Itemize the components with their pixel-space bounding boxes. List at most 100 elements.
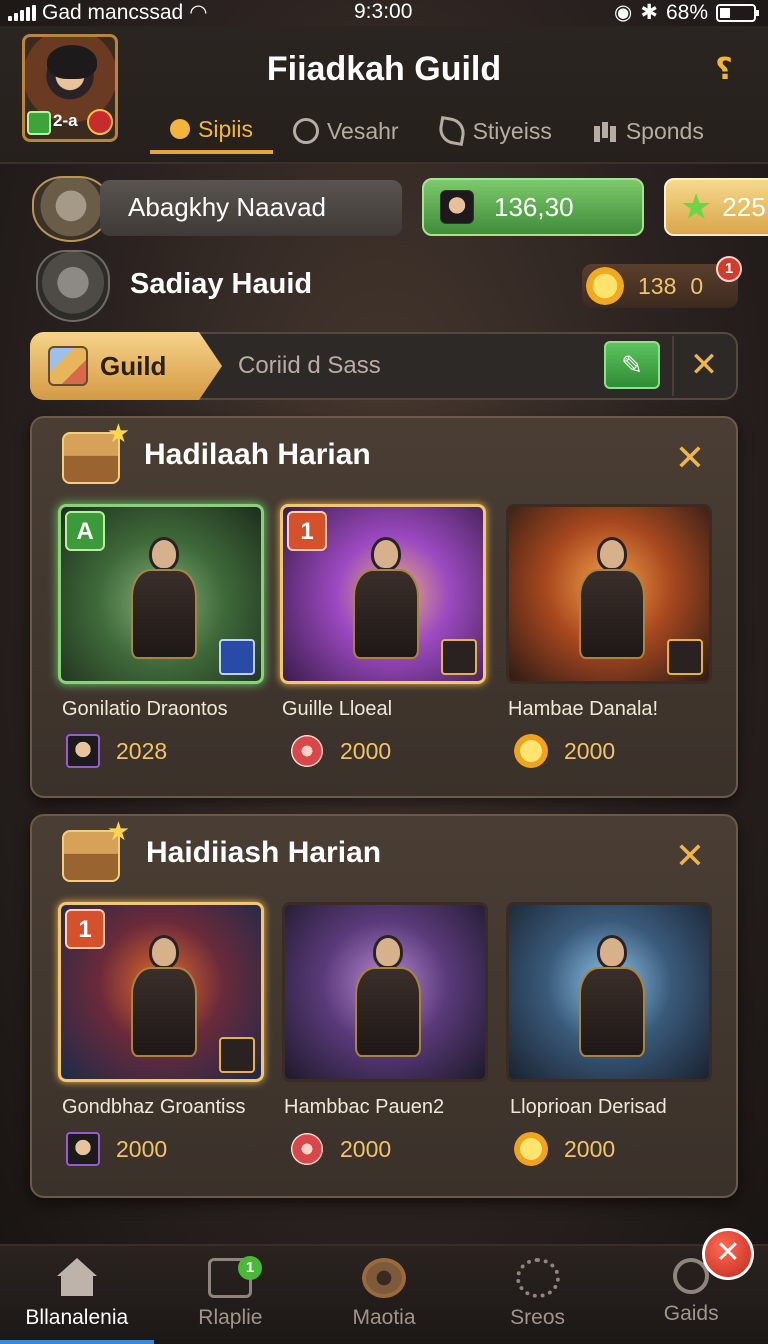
bottom-nav: Bllanalenia Rlaplie Maotia Sreos Gaids: [0, 1244, 768, 1344]
card-name: Hambae Danala!: [508, 698, 659, 720]
notification-badge: 1: [716, 256, 742, 282]
guild-emblem-icon[interactable]: [32, 176, 110, 242]
close-icon: ✕: [674, 835, 706, 876]
reward-amount: 2000: [340, 737, 392, 764]
page-title: Fiiadkah Guild: [266, 50, 502, 88]
player-level: 2-a: [53, 111, 78, 130]
shield-icon: [219, 1037, 255, 1073]
card-reward: 2000: [290, 1132, 391, 1166]
tab-stiyeiss[interactable]: Stiyeiss: [419, 108, 572, 154]
cog-icon: [515, 1258, 560, 1298]
tab-label: Vesahr: [326, 117, 399, 144]
card-rank-badge: 1: [65, 909, 105, 949]
hero-face-icon: [66, 1132, 100, 1166]
card-name: Gonilatio Draontos: [62, 698, 228, 720]
close-panel-button[interactable]: ✕: [670, 836, 710, 876]
reward-card[interactable]: 1: [280, 504, 486, 684]
card-reward: 2000: [66, 1132, 167, 1166]
reward-amount: 2000: [116, 1135, 168, 1162]
reward-panel: Hadilaah Harian ✕ A 1 Gonilatio Draontos…: [30, 416, 738, 798]
card-rank-badge: A: [65, 511, 105, 551]
battery-icon: [716, 3, 759, 22]
tab-label: Sponds: [625, 117, 704, 144]
reward-amount: 2000: [340, 1135, 392, 1162]
chest-icon: [62, 816, 130, 882]
sun-coin-icon: [514, 1132, 548, 1166]
bars-icon: [592, 118, 618, 144]
card-name: Lloprioan Derisad: [510, 1096, 667, 1118]
player-name[interactable]: Abagkhy Naavad: [100, 180, 402, 236]
reward-amount: 2000: [564, 737, 616, 764]
sun-coin-icon: [514, 734, 548, 768]
coin-extra: 0: [690, 272, 704, 299]
level-badge-icon: [27, 111, 51, 135]
nav-label: Gaids: [663, 1302, 719, 1325]
clock-icon: [292, 118, 319, 144]
shield-icon: [219, 639, 255, 675]
clear-search-button[interactable]: ✕: [672, 336, 734, 396]
close-button[interactable]: ✕: [702, 1228, 754, 1280]
card-name: Hambbac Pauen2: [284, 1096, 445, 1118]
reward-amount: 2000: [564, 1135, 616, 1162]
hero-portrait: [341, 533, 431, 673]
tab-sponds[interactable]: Sponds: [572, 108, 724, 154]
hero-portrait: [119, 931, 209, 1071]
pencil-icon: ✎: [621, 350, 643, 380]
guild-tag-label: Guild: [100, 350, 167, 381]
nav-item-rlaplie[interactable]: Rlaplie: [154, 1246, 308, 1344]
hero-portrait: [119, 533, 209, 673]
edit-button[interactable]: ✎: [604, 341, 660, 389]
reward-card[interactable]: [282, 902, 488, 1082]
tab-vesahr[interactable]: Vesahr: [273, 108, 419, 154]
reward-card[interactable]: A: [58, 504, 264, 684]
coin-amount: 138: [638, 272, 677, 299]
star-counter[interactable]: ★ 225: [664, 178, 768, 236]
rank-badge-icon: [87, 109, 113, 135]
rank-emblem-icon: [36, 250, 110, 322]
panel-title: Hadilaah Harian: [144, 438, 371, 471]
panel-title: Haidiiash Harian: [146, 836, 382, 869]
home-icon: [55, 1258, 99, 1298]
wifi-icon: ◠: [189, 1, 208, 24]
cube-icon: [48, 346, 88, 386]
tab-bar: Sipiis Vesahr Stiyeiss Sponds: [150, 108, 750, 164]
tab-label: Stiyeiss: [472, 117, 552, 144]
card-reward: 2000: [514, 734, 615, 768]
guild-search-input[interactable]: [238, 344, 598, 388]
hero-portrait: [567, 931, 657, 1071]
star-icon: ★: [680, 186, 713, 227]
reward-card[interactable]: [506, 902, 712, 1082]
hero-portrait: [567, 533, 657, 673]
close-icon: ✕: [689, 346, 719, 384]
gem-counter[interactable]: 136,30: [422, 178, 644, 236]
card-reward: 2000: [290, 734, 391, 768]
battery-percent: 68%: [665, 0, 708, 24]
location-icon: ◉: [614, 1, 633, 24]
status-bar: Gad mancssad ◠ 9:3:00 ◉ ✱ 68%: [0, 0, 768, 26]
close-panel-button[interactable]: ✕: [670, 438, 710, 478]
gear-icon: [361, 1258, 406, 1298]
tab-label: Sipiis: [198, 115, 253, 142]
hero-face-icon: [66, 734, 100, 768]
carrier-name: Gad mancssad: [42, 0, 184, 24]
nav-item-sreos[interactable]: Sreos: [461, 1246, 615, 1344]
reward-card[interactable]: 1: [58, 902, 264, 1082]
sun-coin-icon: [586, 267, 624, 305]
clock: 9:3:00: [354, 0, 413, 23]
card-name: Gondbhaz Groantiss: [62, 1096, 246, 1118]
signal-icon: [8, 4, 36, 21]
hero-face-icon: [440, 190, 474, 224]
tab-sipiis[interactable]: Sipiis: [150, 108, 273, 154]
close-icon: ✕: [674, 437, 706, 478]
nav-item-home[interactable]: Bllanalenia: [0, 1246, 154, 1344]
reward-panel: Haidiiash Harian ✕ 1 Gondbhaz Groantiss …: [30, 814, 738, 1198]
reward-card[interactable]: [506, 504, 712, 684]
reward-amount: 2028: [116, 737, 168, 764]
shield-icon: [667, 639, 703, 675]
coin-counter[interactable]: 138 0: [582, 264, 738, 308]
shield-icon: [441, 639, 477, 675]
close-icon: ✕: [715, 1236, 741, 1269]
guild-tag[interactable]: Guild: [30, 332, 222, 400]
menu-icon[interactable]: ⸮: [706, 52, 742, 88]
nav-item-maotia[interactable]: Maotia: [307, 1246, 461, 1344]
